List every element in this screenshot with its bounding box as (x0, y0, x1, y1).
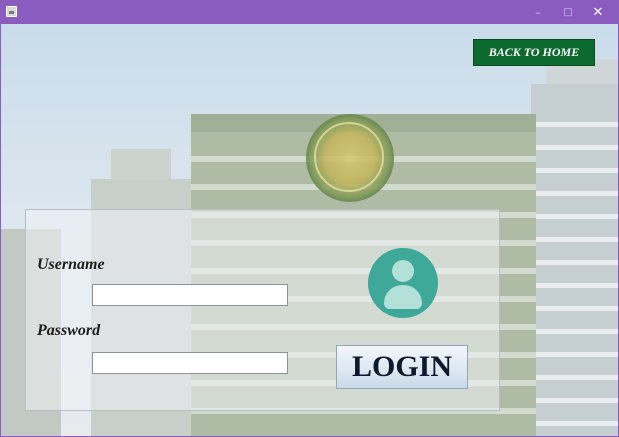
login-screen: BACK TO HOME Username Password LOGIN (1, 24, 618, 436)
close-button[interactable]: ✕ (587, 1, 609, 24)
minimize-button[interactable]: – (527, 1, 549, 24)
title-bar[interactable]: – □ ✕ (1, 1, 618, 24)
username-field[interactable] (92, 284, 288, 306)
password-label: Password (37, 322, 101, 339)
password-field[interactable] (92, 352, 288, 374)
maximize-button[interactable]: □ (557, 1, 579, 24)
back-to-home-button[interactable]: BACK TO HOME (473, 39, 595, 66)
username-label: Username (37, 256, 105, 273)
app-window: – □ ✕ BACK TO HOME Username Password LOG… (0, 0, 619, 437)
login-button[interactable]: LOGIN (336, 345, 468, 389)
java-app-icon (6, 6, 17, 17)
user-avatar-icon (368, 248, 438, 318)
